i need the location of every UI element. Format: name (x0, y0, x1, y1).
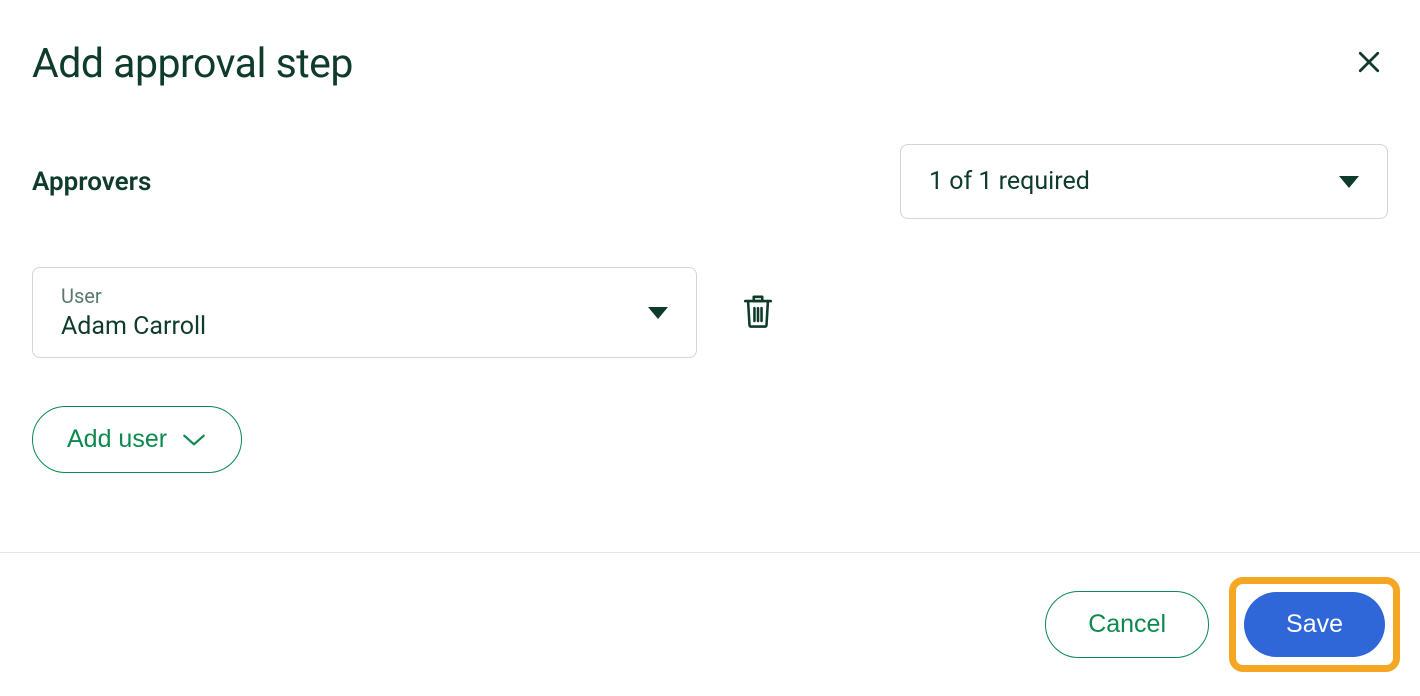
required-count-dropdown[interactable]: 1 of 1 required (900, 144, 1388, 219)
add-user-button[interactable]: Add user (32, 406, 242, 473)
caret-down-icon (648, 307, 668, 319)
user-select-dropdown[interactable]: User Adam Carroll (32, 267, 697, 358)
modal-title: Add approval step (32, 40, 353, 88)
user-select-text: User Adam Carroll (61, 284, 206, 341)
cancel-button-label: Cancel (1088, 610, 1166, 638)
delete-approver-button[interactable] (741, 292, 775, 334)
approvers-row: Approvers 1 of 1 required (32, 144, 1388, 219)
approvers-section-label: Approvers (32, 167, 151, 197)
add-user-label: Add user (67, 425, 167, 454)
save-button-highlight: Save (1229, 577, 1400, 672)
required-count-value: 1 of 1 required (929, 167, 1090, 196)
close-icon[interactable] (1350, 43, 1388, 85)
save-button-label: Save (1286, 610, 1343, 638)
approver-user-row: User Adam Carroll (32, 267, 1388, 358)
modal-footer: Cancel Save (0, 552, 1420, 696)
cancel-button[interactable]: Cancel (1045, 591, 1209, 658)
caret-down-icon (1339, 176, 1359, 188)
save-button[interactable]: Save (1244, 592, 1385, 657)
modal-content: Add approval step Approvers 1 of 1 requi… (0, 0, 1420, 473)
user-select-value: Adam Carroll (61, 312, 206, 341)
modal-header: Add approval step (32, 40, 1388, 88)
user-select-label: User (61, 284, 206, 308)
chevron-down-icon (181, 432, 207, 448)
